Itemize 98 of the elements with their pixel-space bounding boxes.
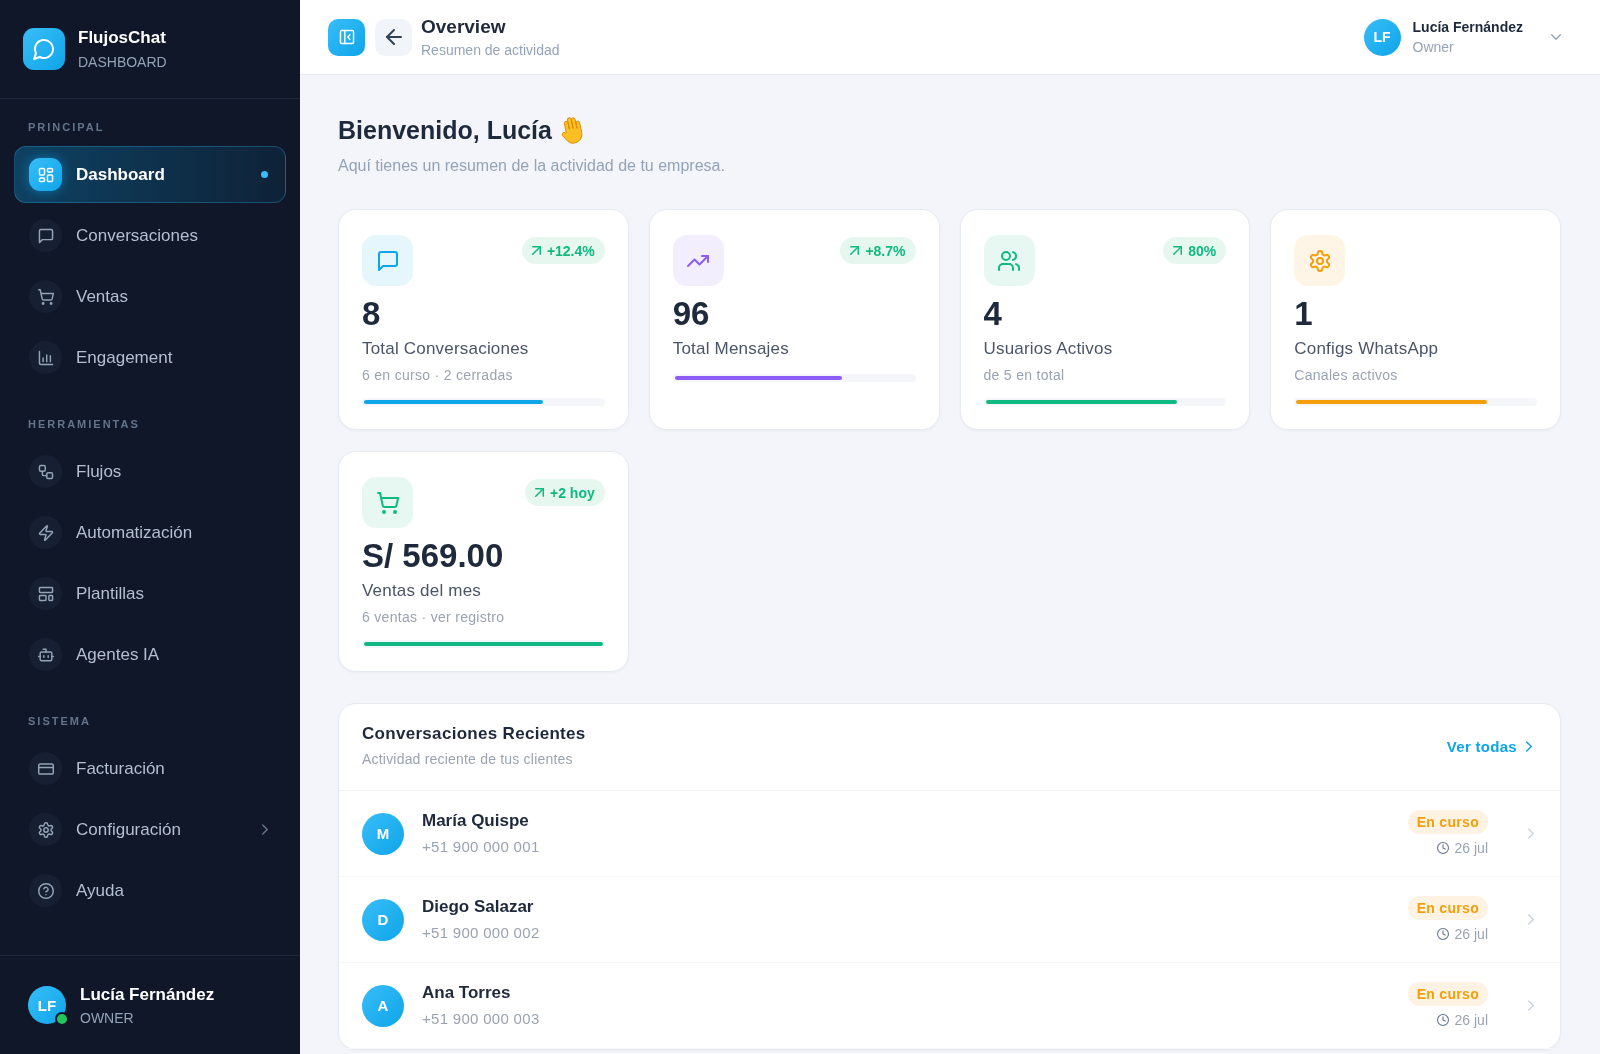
panel-subtitle: Actividad reciente de tus clientes <box>362 750 573 769</box>
stat-value: 8 <box>362 294 381 334</box>
nav-item[interactable]: Agentes IA <box>14 626 286 683</box>
arrow-up-right-icon <box>850 246 860 255</box>
brand-name: FlujosChat <box>78 27 166 49</box>
lightning-icon <box>29 516 62 549</box>
nav-item[interactable]: Configuración <box>14 801 286 858</box>
clock-icon <box>1436 928 1449 940</box>
user-avatar: LF <box>1363 18 1401 56</box>
chat-bubble-logo-icon <box>23 28 65 70</box>
stat-detail: de 5 en total <box>983 366 1065 384</box>
contact-phone: +51 900 000 001 <box>422 837 540 857</box>
chevron-down-icon[interactable] <box>1551 34 1561 40</box>
contact-phone: +51 900 000 002 <box>422 923 540 943</box>
flow-nodes-icon <box>29 455 62 488</box>
contact-avatar: D <box>362 898 404 941</box>
conversation-date: 26 jul <box>1454 839 1488 857</box>
credit-card-icon <box>29 752 62 785</box>
stat-label: Total Mensajes <box>672 338 789 360</box>
contact-name: María Quispe <box>422 810 529 832</box>
bar-chart-icon <box>29 341 62 374</box>
panel-title: Conversaciones Recientes <box>362 723 586 745</box>
user-role: Owner <box>1412 38 1454 56</box>
trend-value: +2 hoy <box>550 484 595 501</box>
active-dot-icon <box>261 171 268 178</box>
chevron-right-icon <box>1528 914 1534 925</box>
settings-icon <box>1294 235 1346 286</box>
stat-label: Configs WhatsApp <box>1294 338 1439 360</box>
stat-value: S/ 569.00 <box>362 536 504 576</box>
stat-detail: 6 en curso · 2 cerradas <box>362 366 513 384</box>
welcome-heading: Bienvenido, Lucía <box>338 115 552 145</box>
users-icon <box>983 235 1035 286</box>
contact-phone: +51 900 000 003 <box>422 1009 540 1029</box>
robot-icon <box>29 638 62 671</box>
conversation-row[interactable]: M María Quispe +51 900 000 001 En curso 26 jul <box>339 791 1560 877</box>
contact-avatar: A <box>362 984 404 1027</box>
nav-item[interactable]: Flujos <box>14 443 286 500</box>
stat-detail: 6 ventas · ver registro <box>362 608 505 626</box>
trend-value: +8.7% <box>865 242 906 259</box>
nav-item[interactable]: Dashboard <box>14 146 286 203</box>
nav-item[interactable]: Automatización <box>14 504 286 561</box>
contact-avatar: M <box>362 812 404 855</box>
cart-icon <box>362 477 413 528</box>
trend-up-icon <box>672 235 724 286</box>
stat-label: Total Conversaciones <box>362 338 529 360</box>
stat-label: Ventas del mes <box>362 580 482 602</box>
back-button[interactable] <box>375 18 412 56</box>
section-label: SISTEMA <box>28 714 91 728</box>
nav-item[interactable]: Facturación <box>14 740 286 797</box>
arrow-up-right-icon <box>535 488 544 497</box>
welcome-text: Aquí tienes un resumen de la actividad de tu empresa. <box>338 156 725 176</box>
nav-item[interactable]: Conversaciones <box>14 207 286 264</box>
contact-name: Ana Torres <box>422 982 511 1004</box>
arrow-up-right-icon <box>531 246 541 255</box>
settings-icon <box>29 813 62 846</box>
panel-left-icon <box>338 29 355 45</box>
user-name: Lucía Fernández <box>1412 18 1523 36</box>
status-badge: En curso <box>1407 810 1488 834</box>
page-title: Overview <box>421 15 506 39</box>
chevron-right-icon <box>1528 1000 1534 1011</box>
chevron-right-icon <box>1528 828 1534 839</box>
sidebar-toggle-button[interactable] <box>328 18 365 56</box>
chat-bubble-icon <box>362 235 413 286</box>
user-name: Lucía Fernández <box>80 983 215 1006</box>
stat-value: 96 <box>672 294 710 334</box>
chat-bubble-icon <box>29 219 62 252</box>
chevron-right-icon <box>262 824 268 835</box>
clock-icon <box>1436 1014 1449 1026</box>
layout-icon <box>29 577 62 610</box>
arrow-up-right-icon <box>1173 246 1183 255</box>
chevron-right-icon <box>1526 740 1532 752</box>
brand-subtitle: DASHBOARD <box>78 53 167 71</box>
nav-item[interactable]: Ayuda <box>14 862 286 919</box>
status-badge: En curso <box>1407 896 1488 920</box>
conversation-date: 26 jul <box>1454 925 1488 943</box>
section-label: HERRAMIENTAS <box>28 417 140 431</box>
cart-icon <box>29 280 62 313</box>
clock-icon <box>1436 842 1449 854</box>
conversation-date: 26 jul <box>1454 1011 1488 1029</box>
conversation-row[interactable]: D Diego Salazar +51 900 000 002 En curso 26 jul <box>339 877 1560 963</box>
nav-item[interactable]: Engagement <box>14 329 286 386</box>
help-icon <box>29 874 62 907</box>
conversation-row[interactable]: A Ana Torres +51 900 000 003 En curso 26 jul <box>339 963 1560 1049</box>
user-avatar: LF <box>28 986 66 1024</box>
page-subtitle: Resumen de actividad <box>421 41 560 59</box>
status-badge: En curso <box>1407 982 1488 1006</box>
nav-item[interactable]: Plantillas <box>14 565 286 622</box>
trend-value: +12.4% <box>546 242 595 259</box>
section-label: PRINCIPAL <box>28 120 105 134</box>
contact-name: Diego Salazar <box>422 896 534 918</box>
user-role: OWNER <box>80 1008 134 1027</box>
trend-value: 80% <box>1188 242 1217 259</box>
stat-value: 4 <box>983 294 1002 334</box>
stat-label: Usuarios Activos <box>983 338 1113 360</box>
stat-value: 1 <box>1294 294 1313 334</box>
stat-detail: Canales activos <box>1294 366 1398 384</box>
nav-item[interactable]: Ventas <box>14 268 286 325</box>
dashboard-grid-icon <box>29 158 62 191</box>
